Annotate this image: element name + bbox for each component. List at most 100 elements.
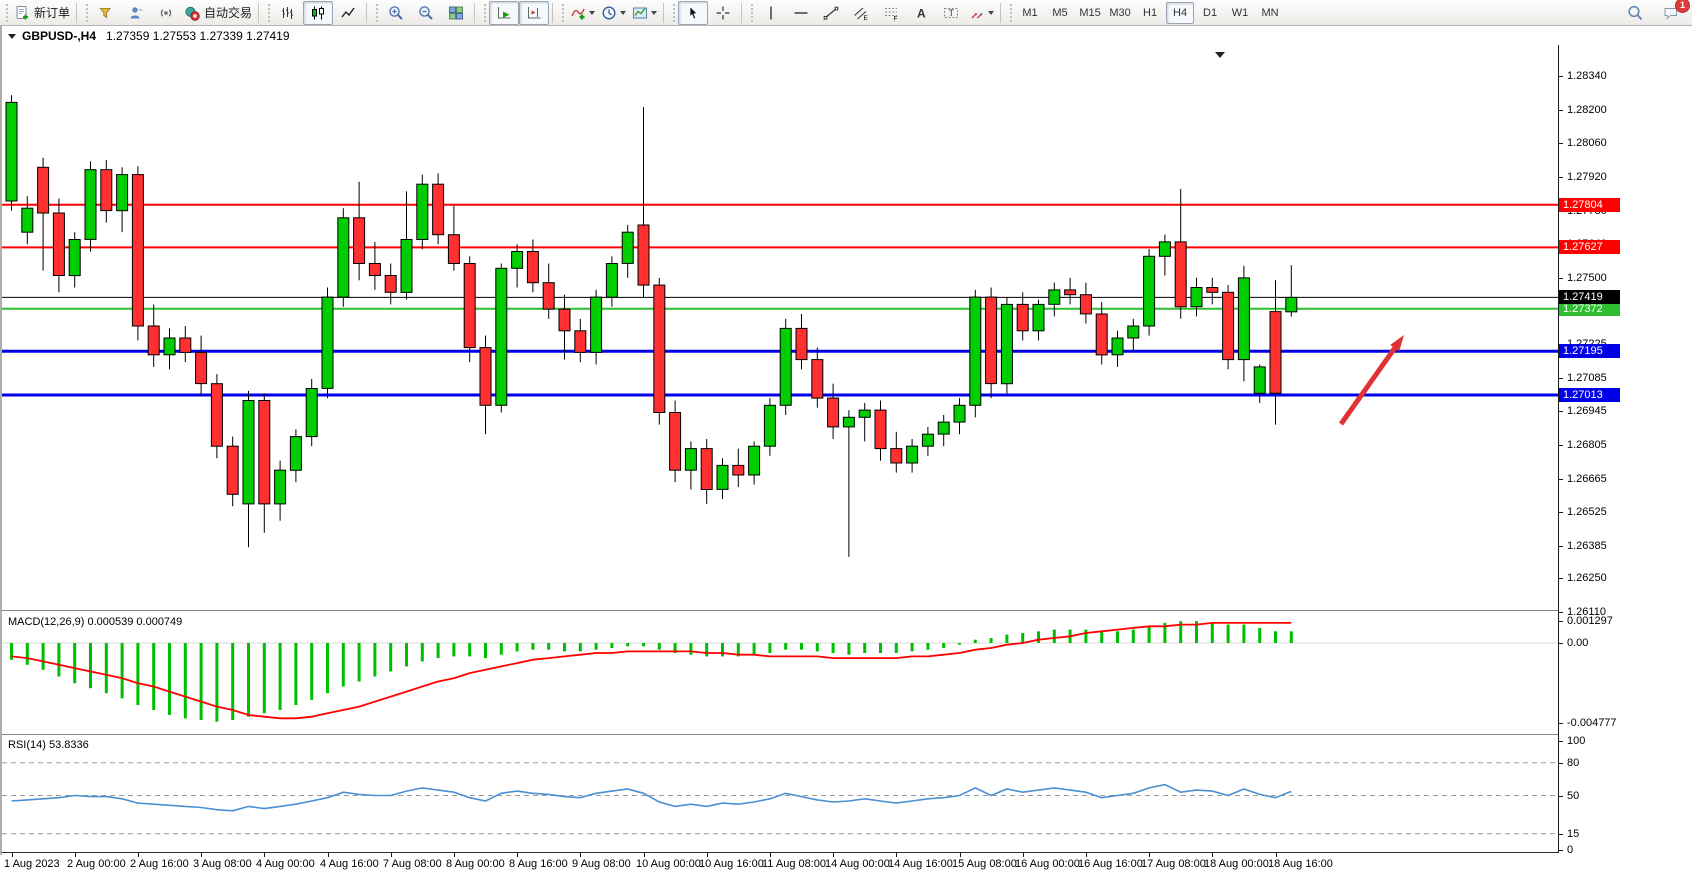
profiles-icon: [128, 5, 144, 21]
timeframe-w1[interactable]: W1: [1226, 2, 1254, 24]
price-axis-label: 1.26805: [1567, 440, 1607, 451]
time-axis-label: 16 Aug 00:00: [1015, 858, 1080, 870]
templates-dropdown-icon[interactable]: [651, 11, 657, 15]
equidistant-channel-button[interactable]: E: [846, 1, 876, 25]
candle: [891, 449, 902, 463]
timeframe-h4[interactable]: H4: [1166, 2, 1194, 24]
periods-button[interactable]: [598, 1, 629, 25]
toolbar-drag-handle[interactable]: [3, 4, 10, 22]
notifications-button[interactable]: 1: [1656, 1, 1686, 25]
candle: [480, 348, 491, 406]
new-order-button[interactable]: 新订单: [11, 1, 73, 25]
time-axis-tick: [580, 853, 581, 857]
time-axis-label: 2 Aug 00:00: [67, 858, 126, 870]
candle: [575, 331, 586, 353]
fibonacci-button[interactable]: F: [876, 1, 906, 25]
toolbar-drag-handle[interactable]: [83, 4, 90, 22]
crosshair-button[interactable]: [708, 1, 738, 25]
tile-windows-button[interactable]: [441, 1, 471, 25]
arrow-objects-button[interactable]: [966, 1, 997, 25]
toolbar-drag-handle[interactable]: [481, 4, 488, 22]
toolbar-separator: [258, 3, 259, 23]
styler-button[interactable]: [91, 1, 121, 25]
time-axis-tick: [896, 853, 897, 857]
timeframe-d1[interactable]: D1: [1196, 2, 1224, 24]
text-label-button[interactable]: T: [936, 1, 966, 25]
time-axis-label: 3 Aug 08:00: [193, 858, 252, 870]
chart-ohlc-values: 1.27359 1.27553 1.27339 1.27419: [106, 29, 290, 43]
toolbar-drag-handle[interactable]: [748, 4, 755, 22]
price-axis-label: 1.26250: [1567, 573, 1607, 584]
templates-button[interactable]: [629, 1, 660, 25]
line-chart-button[interactable]: [333, 1, 363, 25]
toolbar-drag-handle[interactable]: [265, 4, 272, 22]
timeframe-h1[interactable]: H1: [1136, 2, 1164, 24]
zoom-in-button[interactable]: [381, 1, 411, 25]
candle: [227, 446, 238, 494]
time-axis-tick: [328, 853, 329, 857]
candle: [749, 446, 760, 475]
periods-dropdown-icon[interactable]: [620, 11, 626, 15]
time-axis-tick: [201, 853, 202, 857]
zoom-out-icon: [418, 5, 434, 21]
time-axis-separator: [2, 852, 1558, 853]
search-button[interactable]: [1620, 1, 1650, 25]
rsi-axis-tick: [1558, 741, 1563, 742]
price-axis-label: 1.26385: [1567, 541, 1607, 552]
toolbar-separator: [663, 3, 664, 23]
candle: [433, 184, 444, 235]
tile-windows-icon: [448, 5, 464, 21]
price-axis-tick: [1558, 546, 1563, 547]
candle: [259, 401, 270, 504]
indicators-dropdown-icon[interactable]: [589, 11, 595, 15]
macd-pane[interactable]: [2, 611, 1558, 734]
candle: [306, 389, 317, 437]
chart-shift-button[interactable]: [519, 1, 549, 25]
candle: [622, 232, 633, 263]
bar-chart-icon: [280, 5, 296, 21]
horizontal-line-button[interactable]: [786, 1, 816, 25]
candle: [780, 328, 791, 405]
rsi-pane[interactable]: [2, 735, 1558, 852]
profiles-button[interactable]: [121, 1, 151, 25]
price-axis-tick: [1558, 278, 1563, 279]
price-chart-pane[interactable]: [2, 45, 1558, 609]
timeframe-m30[interactable]: M30: [1106, 2, 1134, 24]
vertical-line-button[interactable]: [756, 1, 786, 25]
signals-button[interactable]: [151, 1, 181, 25]
price-axis-tick: [1558, 143, 1563, 144]
trend-arrow[interactable]: [1341, 345, 1397, 424]
toolbar-drag-handle[interactable]: [559, 4, 566, 22]
window-menu-icon[interactable]: [8, 34, 16, 39]
cursor-icon: [685, 5, 701, 21]
notification-badge: 1: [1675, 0, 1690, 13]
price-axis-tick: [1558, 445, 1563, 446]
toolbar-drag-handle[interactable]: [670, 4, 677, 22]
price-axis-label: 1.26525: [1567, 507, 1607, 518]
auto-trading-button[interactable]: 自动交易: [181, 1, 255, 25]
bar-chart-button[interactable]: [273, 1, 303, 25]
auto-scroll-button[interactable]: [489, 1, 519, 25]
toolbar-drag-handle[interactable]: [373, 4, 380, 22]
cursor-button[interactable]: [678, 1, 708, 25]
indicators-button[interactable]: [567, 1, 598, 25]
timeframe-mn[interactable]: MN: [1256, 2, 1284, 24]
timeframe-m1[interactable]: M1: [1016, 2, 1044, 24]
svg-text:A: A: [917, 6, 926, 20]
toolbar-drag-handle[interactable]: [1007, 4, 1014, 22]
trendline-button[interactable]: [816, 1, 846, 25]
arrow-objects-dropdown-icon[interactable]: [988, 11, 994, 15]
text-label-icon: T: [943, 5, 959, 21]
time-axis-label: 18 Aug 00:00: [1204, 858, 1269, 870]
price-axis-label: 1.28200: [1567, 105, 1607, 116]
auto-trading-label: 自动交易: [204, 4, 252, 21]
zoom-out-button[interactable]: [411, 1, 441, 25]
rsi-axis-tick: [1558, 763, 1563, 764]
time-axis-label: 11 Aug 08:00: [762, 858, 826, 870]
candlestick-chart-button[interactable]: [303, 1, 333, 25]
timeframe-m5[interactable]: M5: [1046, 2, 1074, 24]
time-axis-tick: [707, 853, 708, 857]
candle: [211, 384, 222, 447]
text-button[interactable]: A: [906, 1, 936, 25]
timeframe-m15[interactable]: M15: [1076, 2, 1104, 24]
